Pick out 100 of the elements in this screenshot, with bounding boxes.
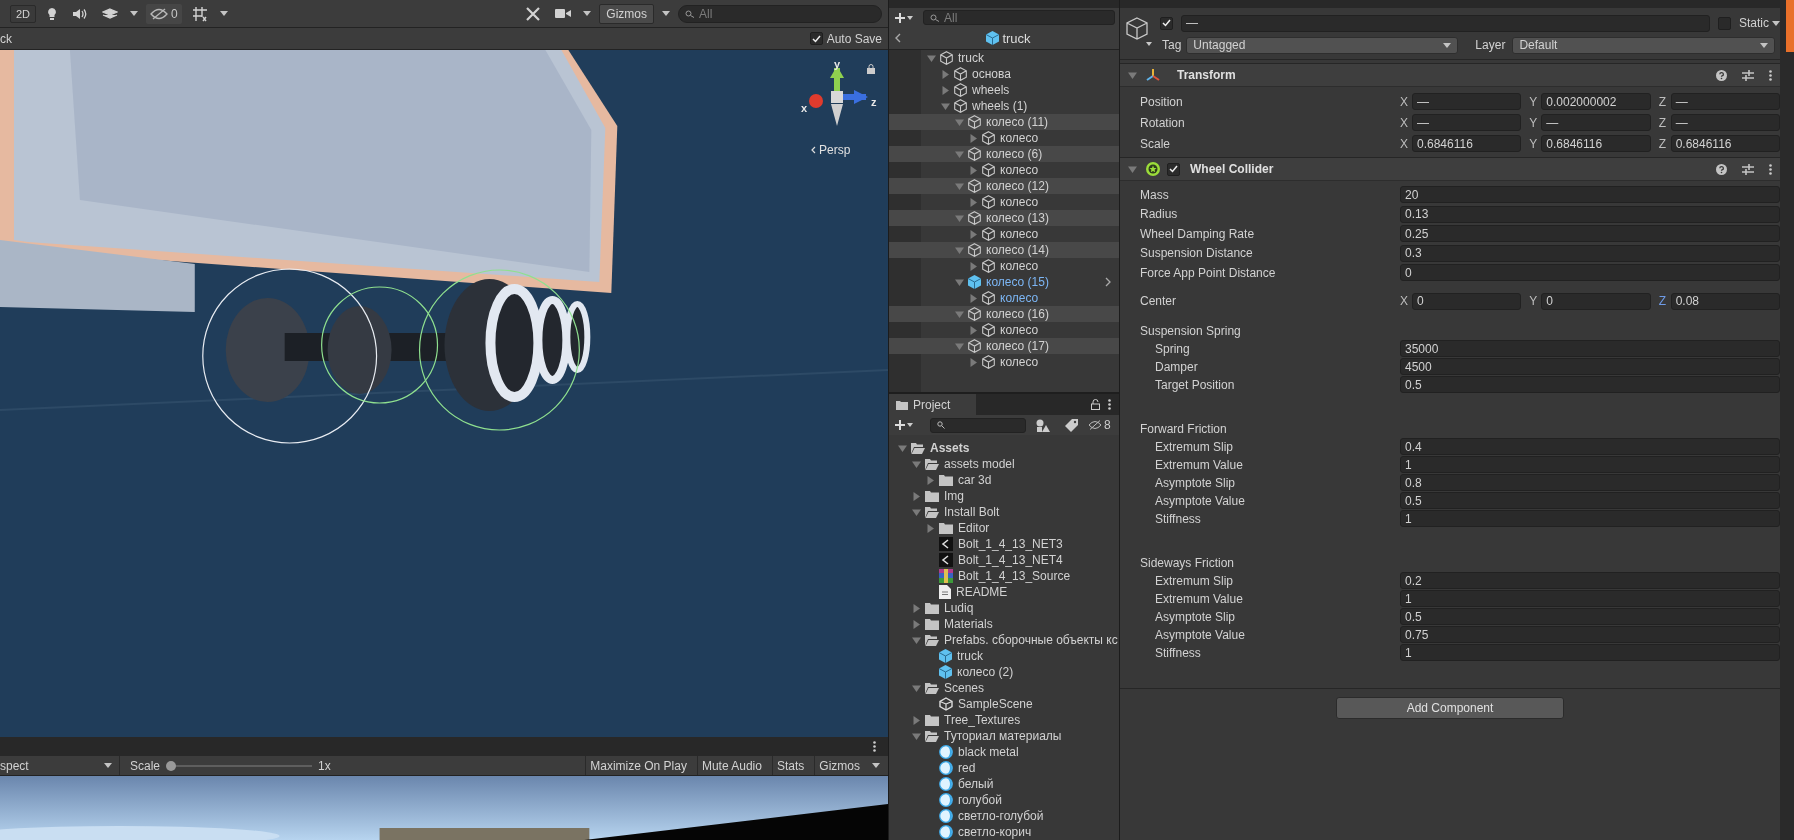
number-field[interactable]: 20 [1400,186,1780,204]
gizmos-button[interactable]: Gizmos [599,3,654,24]
project-row[interactable]: red [889,760,1119,776]
number-field[interactable]: — [1412,114,1522,131]
number-field[interactable]: 0 [1400,264,1780,282]
foldout-arrow-icon[interactable] [912,715,921,725]
foldout-arrow-icon[interactable] [969,165,978,175]
foldout-arrow-icon[interactable] [955,309,964,319]
tag-icon[interactable] [1065,418,1078,432]
foldout-arrow-icon[interactable] [912,635,921,645]
hierarchy-row[interactable]: основа [889,66,1119,82]
foldout-arrow-icon[interactable] [912,619,921,629]
number-field[interactable]: 0.6846116 [1541,135,1651,152]
layer-dropdown[interactable]: Default [1512,36,1776,54]
foldout-arrow-icon[interactable] [969,133,978,143]
number-field[interactable]: 0.13 [1400,205,1780,223]
project-row[interactable]: Bolt_1_4_13_NET4 [889,552,1119,568]
project-row[interactable]: Editor [889,520,1119,536]
number-field[interactable]: 0.6846116 [1412,135,1522,152]
scale-slider[interactable] [166,759,313,772]
number-field[interactable]: 1 [1400,510,1780,527]
grid-icon[interactable] [191,5,208,22]
hierarchy-row[interactable]: колесо (13) [889,210,1119,226]
project-row[interactable]: Install Bolt [889,504,1119,520]
hierarchy-row[interactable]: truck [889,50,1119,66]
speaker-icon[interactable] [72,7,89,20]
number-field[interactable]: 35000 [1400,340,1780,357]
number-field[interactable]: 0.2 [1400,572,1780,589]
foldout-arrow-icon[interactable] [941,69,950,79]
hierarchy-row[interactable]: колесо [889,162,1119,178]
more-menu-icon[interactable] [1108,399,1111,410]
hierarchy-row[interactable]: wheels (1) [889,98,1119,114]
foldout-arrow-icon[interactable] [969,357,978,367]
foldout-arrow-icon[interactable] [1128,70,1137,80]
hierarchy-row[interactable]: колесо [889,194,1119,210]
foldout-arrow-icon[interactable] [926,523,935,533]
number-field[interactable]: 0.75 [1400,626,1780,643]
hierarchy-row[interactable]: колесо (11) [889,114,1119,130]
static-checkbox[interactable] [1718,16,1731,30]
number-field[interactable]: — [1541,114,1651,131]
lock-icon[interactable] [867,64,875,74]
foldout-arrow-icon[interactable] [912,507,921,517]
foldout-arrow-icon[interactable] [1128,164,1137,174]
foldout-arrow-icon[interactable] [955,181,964,191]
number-field[interactable]: 0.5 [1400,608,1780,625]
number-field[interactable]: 1 [1400,590,1780,607]
auto-save-checkbox[interactable] [809,32,823,45]
foldout-arrow-icon[interactable] [912,459,921,469]
project-row[interactable]: truck [889,648,1119,664]
search-field[interactable] [930,417,1026,433]
number-field[interactable]: — [1670,93,1780,110]
project-row[interactable]: светло-корич [889,824,1119,840]
hidden-packages-toggle[interactable]: 8 [1088,418,1111,432]
projection-toggle[interactable]: Persp [819,143,851,157]
number-field[interactable]: 0 [1541,292,1651,310]
active-checkbox[interactable] [1160,16,1173,30]
foldout-arrow-icon[interactable] [898,443,907,453]
back-chevron-icon[interactable] [895,33,901,43]
number-field[interactable]: 0.5 [1400,376,1780,393]
project-row[interactable]: Туториал материалы [889,728,1119,744]
scrollbar-thumb[interactable] [1786,0,1794,52]
number-field[interactable]: 0.6846116 [1670,135,1780,152]
hierarchy-row[interactable]: колесо [889,130,1119,146]
help-icon[interactable] [1716,163,1727,175]
foldout-arrow-icon[interactable] [941,85,950,95]
foldout-arrow-icon[interactable] [955,277,964,287]
more-menu-icon[interactable] [1769,163,1772,175]
foldout-arrow-icon[interactable] [926,475,935,485]
foldout-arrow-icon[interactable] [941,101,950,111]
number-field[interactable]: 0.8 [1400,474,1780,491]
light-bulb-icon[interactable] [46,6,59,21]
project-row[interactable]: Scenes [889,680,1119,696]
dropdown-caret-icon[interactable] [219,11,228,16]
more-menu-icon[interactable] [1769,69,1772,81]
project-row[interactable]: assets model [889,456,1119,472]
number-field[interactable]: 0.4 [1400,438,1780,455]
search-field[interactable]: All [678,4,882,23]
hierarchy-row[interactable]: колесо (6) [889,146,1119,162]
project-row[interactable]: светло-голубой [889,808,1119,824]
lock-icon[interactable] [1091,399,1100,410]
layers-icon[interactable] [102,6,119,21]
foldout-arrow-icon[interactable] [969,325,978,335]
project-row[interactable]: black metal [889,744,1119,760]
search-field[interactable]: All [923,10,1115,25]
aspect-dropdown[interactable]: spect [0,756,120,775]
number-field[interactable]: 0.3 [1400,244,1780,262]
project-row[interactable]: Assets [889,440,1119,456]
chevron-right-icon[interactable] [1105,277,1111,287]
hierarchy-row[interactable]: колесо [889,322,1119,338]
scrollbar[interactable] [1780,0,1794,840]
foldout-arrow-icon[interactable] [912,603,921,613]
tag-dropdown[interactable]: Untagged [1186,36,1459,54]
hierarchy-row[interactable]: колесо (14) [889,242,1119,258]
hierarchy-row[interactable]: колесо (12) [889,178,1119,194]
foldout-arrow-icon[interactable] [912,683,921,693]
foldout-arrow-icon[interactable] [969,261,978,271]
number-field[interactable]: 0.5 [1400,492,1780,509]
foldout-arrow-icon[interactable] [955,149,964,159]
add-menu-button[interactable] [893,420,915,430]
component-title[interactable]: Wheel Collider [1190,162,1274,176]
